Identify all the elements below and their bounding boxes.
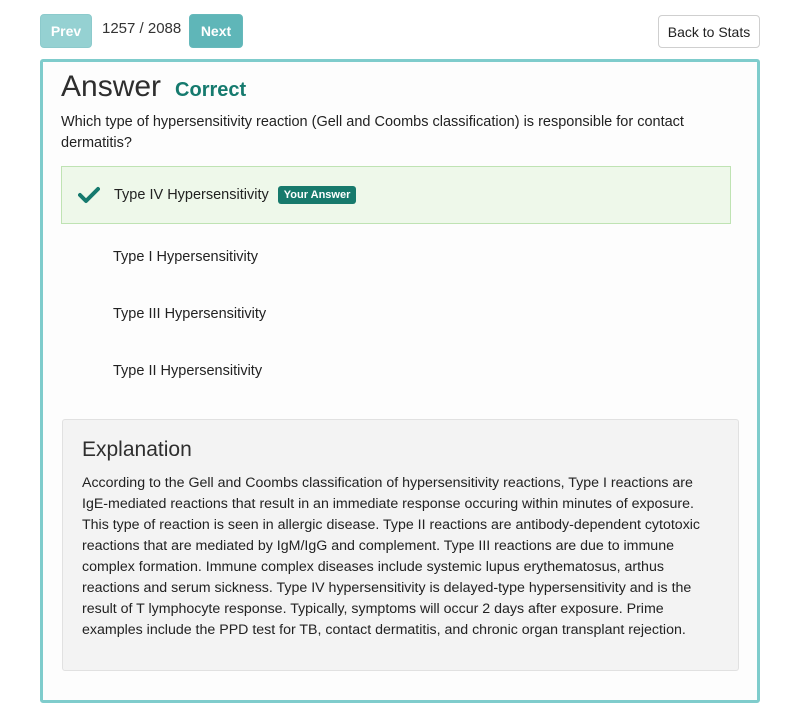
back-to-stats-button[interactable]: Back to Stats	[658, 15, 760, 48]
option-item[interactable]: Type III Hypersensitivity	[61, 285, 731, 343]
option-label: Type IV Hypersensitivity	[114, 187, 269, 203]
option-item[interactable]: Type II Hypersensitivity	[61, 342, 731, 400]
explanation-panel: Explanation According to the Gell and Co…	[62, 419, 739, 671]
option-item[interactable]: Type IV Hypersensitivity Your Answer	[61, 166, 731, 224]
explanation-text: According to the Gell and Coombs classif…	[82, 475, 701, 638]
prev-button[interactable]: Prev	[40, 14, 92, 48]
checkmark-icon	[62, 186, 114, 204]
question-text: Which type of hypersensitivity reaction …	[61, 114, 684, 151]
result-status: Correct	[175, 79, 247, 101]
option-item[interactable]: Type I Hypersensitivity	[61, 228, 731, 286]
question-counter: 1257 / 2088	[102, 20, 182, 37]
option-label: Type III Hypersensitivity	[113, 306, 267, 322]
next-button[interactable]: Next	[189, 14, 243, 48]
navigation-bar: Prev 1257 / 2088 Next Back to Stats	[0, 0, 800, 60]
option-label: Type I Hypersensitivity	[113, 249, 259, 265]
answer-header: Answer Correct	[61, 70, 246, 104]
explanation-title: Explanation	[82, 438, 192, 461]
option-label: Type II Hypersensitivity	[113, 363, 263, 379]
your-answer-badge: Your Answer	[277, 186, 357, 204]
answer-card: Answer Correct Which type of hypersensit…	[40, 59, 760, 703]
answer-title: Answer	[61, 70, 162, 103]
